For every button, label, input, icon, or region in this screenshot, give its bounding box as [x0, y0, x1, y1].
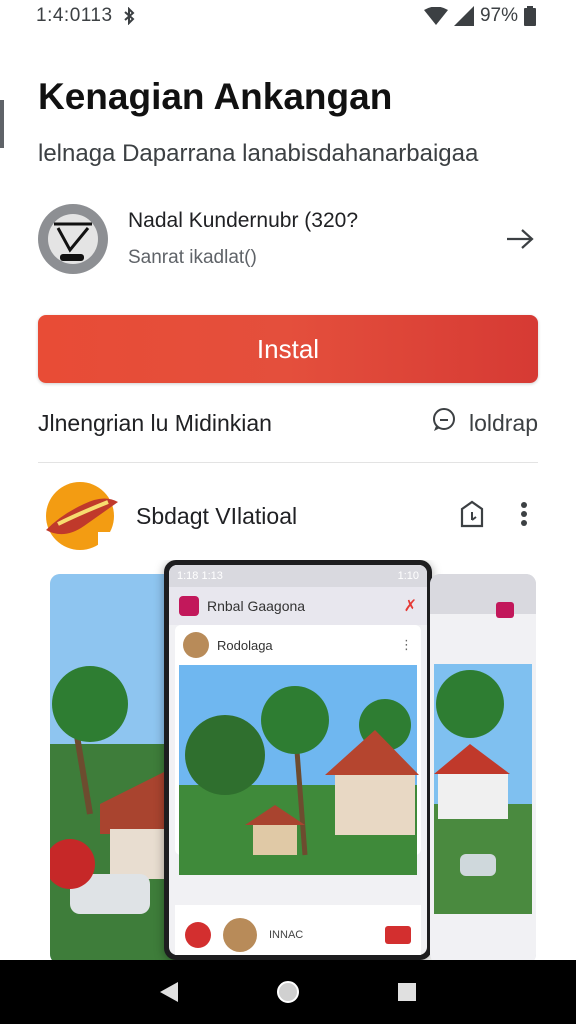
- arrow-right-icon[interactable]: [502, 221, 538, 257]
- screenshot-left[interactable]: [50, 574, 180, 960]
- preview-footer: INNAC: [175, 905, 421, 955]
- preview-app-icon: [179, 596, 199, 616]
- app-row: Sbdagt VIlatioal: [44, 480, 534, 552]
- share-icon[interactable]: [458, 499, 486, 534]
- developer-avatar: [38, 204, 108, 274]
- preview-action-icon: ✗: [403, 598, 417, 615]
- preview-footer-text: INNAC: [269, 929, 304, 941]
- chat-bubble-icon: [431, 407, 457, 439]
- info-text: Jlnengrian lu Midinkian: [38, 409, 272, 436]
- developer-subtext: Sanrat ikadlat(): [128, 247, 257, 268]
- info-row: Jlnengrian lu Midinkian loldrap: [38, 400, 538, 446]
- more-vert-icon[interactable]: [520, 501, 528, 532]
- preview-tag-icon: [385, 926, 411, 944]
- app-title: Kenagian Ankangan: [38, 76, 393, 117]
- edge-indicator: [0, 100, 4, 148]
- developer-row[interactable]: Nadal Kundernubr (320? Sanrat ikadlat(): [38, 202, 538, 276]
- preview-footer-avatar: [223, 918, 257, 952]
- back-triangle-icon[interactable]: [149, 972, 189, 1012]
- preview-status-bar: 1:18 1:13 1:10: [169, 565, 427, 587]
- feedback-label: loldrap: [468, 409, 538, 436]
- preview-photo: [179, 665, 419, 875]
- preview-more-icon: ⋮: [400, 637, 413, 652]
- feedback-link[interactable]: loldrap: [431, 407, 538, 439]
- install-button[interactable]: Instal: [38, 315, 538, 383]
- preview-post-user: Rodolaga: [217, 637, 273, 653]
- screenshot-gallery[interactable]: 1:18 1:13 1:10 Rnbal Gaagona ✗ Rodolaga …: [50, 560, 536, 960]
- developer-name: Nadal Kundernubr (320?: [128, 209, 358, 232]
- bluetooth-icon: [123, 7, 135, 25]
- battery-icon: [524, 6, 536, 26]
- preview-app-title: Rnbal Gaagona: [207, 598, 306, 614]
- preview-record-icon: [185, 922, 211, 948]
- screenshot-main[interactable]: 1:18 1:13 1:10 Rnbal Gaagona ✗ Rodolaga …: [164, 560, 432, 960]
- battery-text: 97%: [479, 5, 518, 26]
- wifi-icon: [423, 7, 448, 25]
- preview-post-card: Rodolaga ⋮: [175, 625, 421, 875]
- preview-header: Rnbal Gaagona ✗: [169, 587, 427, 625]
- home-circle-icon[interactable]: [268, 972, 308, 1012]
- app-logo: [44, 480, 120, 552]
- navigation-bar: [0, 960, 576, 1024]
- app-name: Sbdagt VIlatioal: [136, 502, 298, 529]
- status-time: 1:4:0113: [36, 5, 113, 26]
- preview-avatar: [183, 632, 209, 658]
- developer-logo-icon: [54, 222, 92, 261]
- app-subtitle: lelnaga Daparrana lanabisdahanarbaigaa: [38, 140, 479, 167]
- preview-status-right: 1:10: [397, 570, 419, 582]
- status-bar: 1:4:0113 97%: [0, 0, 576, 32]
- signal-icon: [453, 6, 474, 26]
- preview-status-time: 1:18 1:13: [177, 570, 223, 582]
- divider: [38, 462, 538, 463]
- recents-square-icon[interactable]: [387, 972, 427, 1012]
- screenshot-right[interactable]: [430, 574, 536, 960]
